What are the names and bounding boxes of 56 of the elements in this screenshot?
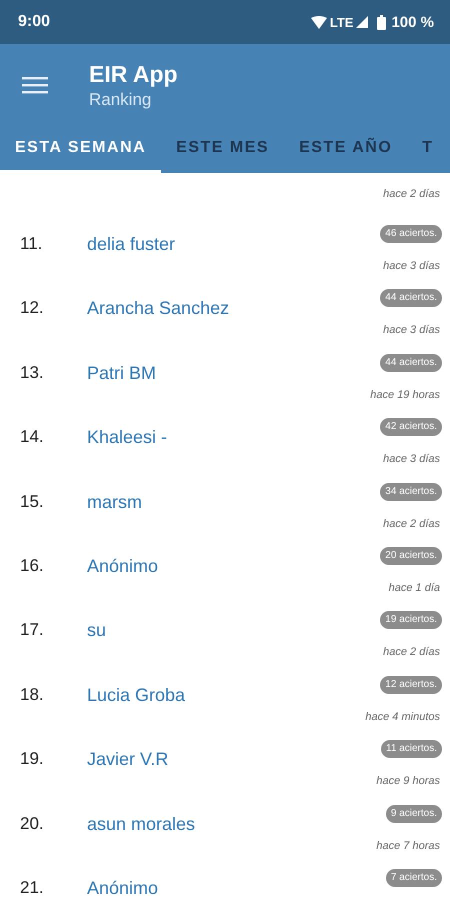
time-ago: hace 19 horas	[370, 388, 440, 402]
battery-level: 100 %	[391, 14, 434, 30]
tab[interactable]: ESTE MES	[161, 126, 284, 173]
score-badge: 7 aciertos.	[386, 868, 442, 887]
battery-icon	[377, 14, 386, 30]
rank-number: 20.	[20, 814, 45, 835]
time-ago: hace 2 días	[383, 187, 440, 202]
time-ago: hace 9 horas	[376, 774, 440, 788]
user-name[interactable]: delia fuster	[87, 234, 380, 274]
rank-number: 21.	[20, 878, 45, 899]
time-ago: hace 3 días	[383, 323, 440, 338]
rank-number: 15.	[20, 492, 45, 513]
time-ago: hace 3 días	[383, 259, 440, 273]
time-ago: hace 2 días	[383, 645, 440, 660]
tab[interactable]: ESTA SEMANA	[0, 126, 162, 173]
user-name[interactable]: Lucia Groba	[87, 684, 366, 724]
rank-number: 16.	[20, 556, 45, 577]
time-ago: hace 7 horas	[376, 838, 440, 853]
score-badge: 12 aciertos.	[380, 676, 442, 694]
time-ago: hace 2 días	[383, 516, 440, 531]
score-badge: 19 aciertos.	[380, 611, 442, 630]
score-badge: 44 aciertos.	[380, 289, 442, 308]
user-name[interactable]: asun morales	[87, 814, 376, 853]
rank-number: 14.	[20, 427, 45, 448]
user-name[interactable]: marsm	[87, 492, 380, 531]
app-title: EIR App	[89, 60, 178, 88]
user-name[interactable]: Arancha Sanchez	[87, 298, 380, 338]
app-subtitle: Ranking	[89, 90, 152, 110]
tab[interactable]: ESTE AÑO	[284, 126, 408, 173]
user-name[interactable]: Patri BM	[87, 362, 370, 402]
clock: 9:00	[18, 13, 52, 31]
tab[interactable]: T	[407, 126, 449, 173]
score-badge: 11 aciertos.	[381, 740, 442, 758]
network-type: LTE	[330, 14, 354, 30]
rank-number: 17.	[20, 620, 45, 642]
user-name[interactable]: su	[87, 620, 380, 660]
user-name[interactable]: Javier V.R	[87, 749, 376, 789]
rank-number: 13.	[20, 362, 45, 384]
score-badge: 9 aciertos.	[386, 804, 442, 823]
score-badge: 44 aciertos.	[380, 354, 442, 372]
rank-number: 18.	[20, 684, 45, 706]
time-ago: hace 1 día	[388, 580, 440, 595]
rank-number: 19.	[20, 749, 45, 770]
time-ago: hace 3 días	[383, 452, 440, 466]
score-badge: 42 aciertos.	[380, 418, 442, 436]
time-ago: hace 4 minutos	[365, 710, 440, 724]
rank-number: 11.	[20, 234, 44, 255]
user-name[interactable]: Anónimo	[87, 556, 380, 596]
user-name[interactable]: Khaleesi -	[87, 427, 380, 467]
wifi-icon	[310, 16, 327, 28]
score-badge: 46 aciertos.	[380, 225, 442, 243]
score-badge: 20 aciertos.	[380, 546, 442, 565]
user-name[interactable]: Anónimo	[87, 878, 386, 900]
signal-icon	[356, 16, 368, 28]
rank-number: 12.	[20, 298, 45, 320]
score-badge: 34 aciertos.	[380, 482, 442, 501]
